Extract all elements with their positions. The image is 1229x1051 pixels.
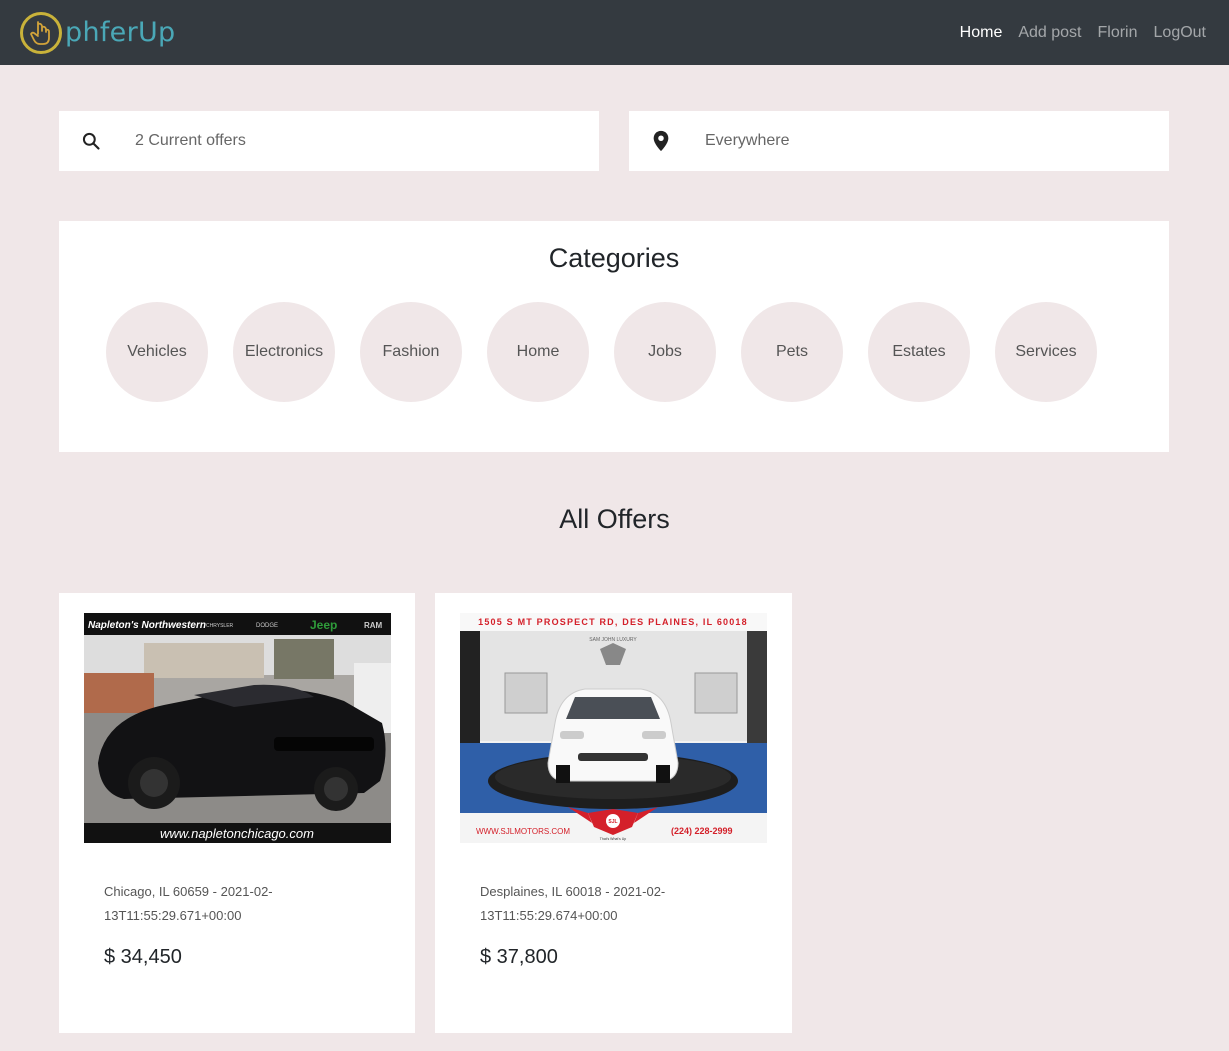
brand-chrysler: CHRYSLER bbox=[206, 623, 234, 629]
offer-image-black-car[interactable]: Napleton's Northwestern CHRYSLER DODGE J… bbox=[84, 613, 391, 843]
offer-card[interactable]: 1505 S MT PROSPECT RD, DES PLAINES, IL 6… bbox=[435, 593, 792, 1033]
banner-address: 1505 S MT PROSPECT RD, DES PLAINES, IL 6… bbox=[478, 617, 748, 627]
search-icon bbox=[59, 131, 123, 151]
category-home[interactable]: Home bbox=[487, 302, 589, 402]
nav-link-profile[interactable]: Florin bbox=[1098, 24, 1138, 42]
category-electronics[interactable]: Electronics bbox=[233, 302, 335, 402]
location-box bbox=[629, 111, 1169, 171]
brand-jeep: Jeep bbox=[310, 618, 337, 632]
nav-links: Home Add post Florin LogOut bbox=[960, 24, 1206, 42]
category-services[interactable]: Services bbox=[995, 302, 1097, 402]
navbar: phferUp Home Add post Florin LogOut bbox=[0, 0, 1229, 65]
offers-title: All Offers bbox=[559, 504, 670, 534]
hand-pointer-icon bbox=[20, 11, 62, 54]
offer-price: $ 37,800 bbox=[480, 946, 558, 968]
nav-link-home[interactable]: Home bbox=[960, 24, 1003, 42]
offer-card[interactable]: Napleton's Northwestern CHRYSLER DODGE J… bbox=[59, 593, 415, 1033]
search-input[interactable] bbox=[123, 132, 599, 150]
category-estates[interactable]: Estates bbox=[868, 302, 970, 402]
nav-link-add-post[interactable]: Add post bbox=[1018, 24, 1081, 42]
search-row bbox=[59, 111, 1169, 171]
location-pin-icon bbox=[629, 130, 693, 152]
dealer-phone: (224) 228-2999 bbox=[671, 826, 733, 836]
nav-link-logout[interactable]: LogOut bbox=[1154, 24, 1206, 42]
offer-price: $ 34,450 bbox=[104, 946, 182, 968]
categories-title: Categories bbox=[548, 243, 680, 273]
dealer-website: WWW.SJLMOTORS.COM bbox=[476, 827, 570, 836]
categories-panel: Categories Vehicles Electronics Fashion … bbox=[59, 221, 1169, 452]
location-input[interactable] bbox=[693, 132, 1169, 150]
category-fashion[interactable]: Fashion bbox=[360, 302, 462, 402]
category-vehicles[interactable]: Vehicles bbox=[106, 302, 208, 402]
brand-dodge: DODGE bbox=[256, 623, 278, 629]
category-pets[interactable]: Pets bbox=[741, 302, 843, 402]
badge-slogan: That's What's Up bbox=[600, 837, 626, 841]
banner-website: www.napletonchicago.com bbox=[160, 826, 314, 841]
offer-location-date: Chicago, IL 60659 - 2021-02-13T11:55:29.… bbox=[104, 884, 273, 923]
offer-image-white-car[interactable]: 1505 S MT PROSPECT RD, DES PLAINES, IL 6… bbox=[460, 613, 767, 843]
brand-ram: RAM bbox=[364, 621, 383, 630]
search-box bbox=[59, 111, 599, 171]
brand-logo[interactable]: phferUp bbox=[20, 11, 176, 54]
logo-text: SAM JOHN LUXURY bbox=[589, 637, 637, 643]
brand-text: phferUp bbox=[65, 17, 176, 48]
category-jobs[interactable]: Jobs bbox=[614, 302, 716, 402]
offer-location-date: Desplaines, IL 60018 - 2021-02-13T11:55:… bbox=[480, 884, 666, 923]
banner-dealer-name: Napleton's Northwestern bbox=[88, 620, 206, 631]
category-list: Vehicles Electronics Fashion Home Jobs P… bbox=[106, 302, 1097, 402]
badge-sjl: SJL bbox=[608, 819, 617, 825]
